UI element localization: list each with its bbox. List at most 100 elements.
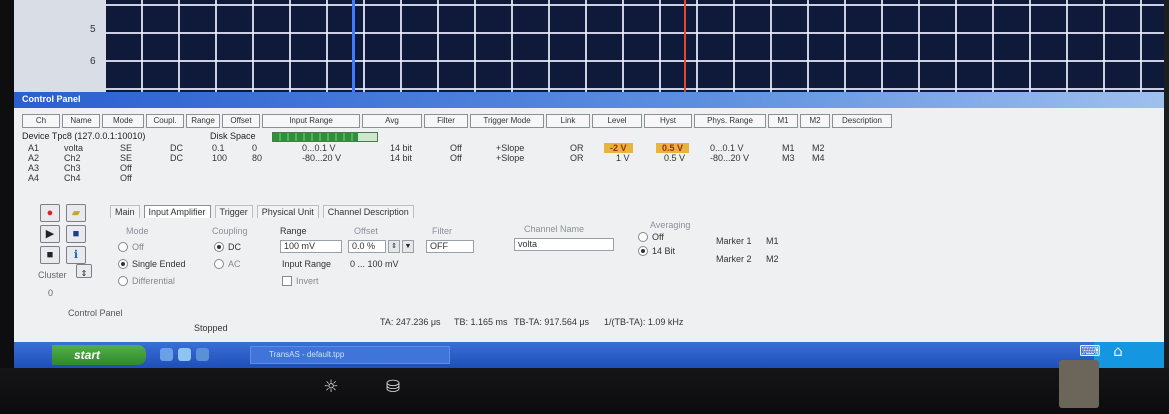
tab-input-amplifier[interactable]: Input Amplifier [143, 205, 211, 218]
settings-tabs: Main Input Amplifier Trigger Physical Un… [110, 205, 414, 218]
taskbar-window-button[interactable]: TransAS - default.tpp [250, 346, 450, 364]
cell-m1[interactable]: M1 [782, 143, 795, 153]
monitor-controls: ☼ ⛁ [320, 376, 404, 398]
cell-m1[interactable]: M3 [782, 153, 795, 163]
column-header[interactable]: Coupl. [146, 114, 184, 128]
tab-trigger[interactable]: Trigger [214, 205, 253, 218]
scope-grid[interactable] [14, 0, 1164, 96]
cell-avg[interactable]: 14 bit [390, 153, 412, 163]
cell-name[interactable]: Ch4 [64, 173, 81, 183]
cell-link[interactable]: OR [570, 143, 584, 153]
cursor-a-line[interactable] [352, 0, 355, 96]
coupling-ac-radio[interactable] [214, 259, 224, 269]
record-button[interactable]: ● [40, 204, 60, 222]
save-button[interactable]: ■ [66, 225, 86, 243]
device-label: Device [22, 131, 50, 141]
marker1-value[interactable]: M1 [766, 236, 779, 246]
column-header[interactable]: Ch [22, 114, 60, 128]
cell-trigger-mode[interactable]: +Slope [496, 143, 524, 153]
column-header[interactable]: Input Range [262, 114, 360, 128]
cell-range[interactable]: 0.1 [212, 143, 225, 153]
cell-offset[interactable]: 80 [252, 153, 262, 163]
window-title[interactable]: Control Panel [14, 92, 1164, 108]
coupling-dc-radio[interactable] [214, 242, 224, 252]
cell-mode[interactable]: Off [120, 173, 132, 183]
mode-group-label: Mode [126, 226, 149, 236]
tab-physical-unit[interactable]: Physical Unit [256, 205, 319, 218]
column-header[interactable]: Description [832, 114, 892, 128]
device-info: Device Tpc8 (127.0.0.1:10010) [22, 131, 145, 141]
cell-hyst[interactable]: 0.5 V [664, 153, 685, 163]
cursor-frequency: 1/(TB-TA): 1.09 kHz [604, 317, 684, 327]
cell-offset[interactable]: 0 [252, 143, 257, 153]
cell-level[interactable]: -2 V [604, 143, 633, 153]
tab-main[interactable]: Main [110, 205, 140, 218]
start-button[interactable]: start [52, 345, 146, 365]
cell-trigger-mode[interactable]: +Slope [496, 153, 524, 163]
avg-14bit-radio[interactable] [638, 246, 648, 256]
cell-name[interactable]: Ch3 [64, 163, 81, 173]
desktop-icon[interactable] [196, 348, 209, 361]
mode-single-radio[interactable] [118, 259, 128, 269]
filter-label: Filter [432, 226, 452, 236]
column-header[interactable]: Trigger Mode [470, 114, 544, 128]
tab-channel-description[interactable]: Channel Description [322, 205, 414, 218]
cell-mode[interactable]: SE [120, 143, 132, 153]
cell-name[interactable]: Ch2 [64, 153, 81, 163]
range-select[interactable]: 100 mV [280, 240, 342, 253]
monitor-screen: 5 6 Control Panel Ch Name Mode Coupl. Ra… [14, 0, 1164, 368]
cell-hyst[interactable]: 0.5 V [656, 143, 690, 153]
channel-name-input[interactable]: volta [514, 238, 614, 251]
column-header[interactable]: Hyst [644, 114, 692, 128]
monitor-bezel-bottom [0, 368, 1169, 414]
cell-mode[interactable]: Off [120, 163, 132, 173]
avg-off-label: Off [652, 232, 664, 242]
column-header[interactable]: Phys. Range [694, 114, 766, 128]
cell-range[interactable]: 100 [212, 153, 227, 163]
cluster-label: Cluster [38, 270, 67, 280]
cell-name[interactable]: volta [64, 143, 83, 153]
quicklaunch-icon[interactable] [160, 348, 173, 361]
column-header[interactable]: Offset [222, 114, 260, 128]
step-button[interactable]: ▶ [40, 225, 60, 243]
cell-mode[interactable]: SE [120, 153, 132, 163]
cluster-spin[interactable]: ⇕ [76, 264, 92, 278]
avg-off-radio[interactable] [638, 232, 648, 242]
table-row[interactable]: A4 Ch4 Off [22, 173, 222, 184]
cell-level[interactable]: 1 V [616, 153, 630, 163]
column-header[interactable]: Link [546, 114, 590, 128]
cell-avg[interactable]: 14 bit [390, 143, 412, 153]
cell-coupling[interactable]: DC [170, 143, 183, 153]
column-header[interactable]: M1 [768, 114, 798, 128]
cluster-value[interactable]: 0 [48, 288, 53, 298]
brightness-icon[interactable]: ☼ [320, 376, 342, 398]
marker2-value[interactable]: M2 [766, 254, 779, 264]
cell-link[interactable]: OR [570, 153, 584, 163]
cursor-b-line[interactable] [684, 0, 686, 96]
offset-dropdown[interactable]: ▼ [402, 240, 414, 253]
info-button[interactable]: ℹ [66, 246, 86, 264]
open-button[interactable]: ▰ [66, 204, 86, 222]
averaging-label: Averaging [650, 220, 691, 230]
column-header[interactable]: M2 [800, 114, 830, 128]
mode-off-radio[interactable] [118, 242, 128, 252]
cell-m2[interactable]: M4 [812, 153, 825, 163]
column-header[interactable]: Level [592, 114, 642, 128]
mode-diff-radio[interactable] [118, 276, 128, 286]
column-header[interactable]: Name [62, 114, 100, 128]
column-header[interactable]: Avg [362, 114, 422, 128]
column-header[interactable]: Filter [424, 114, 468, 128]
cell-filter[interactable]: Off [450, 153, 462, 163]
filter-select[interactable]: OFF [426, 240, 474, 253]
column-header[interactable]: Mode [102, 114, 144, 128]
invert-checkbox[interactable] [282, 276, 292, 286]
cell-m2[interactable]: M2 [812, 143, 825, 153]
browser-icon[interactable] [178, 348, 191, 361]
column-header[interactable]: Range [186, 114, 220, 128]
input-source-icon[interactable]: ⛁ [382, 376, 404, 398]
stop-button[interactable]: ■ [40, 246, 60, 264]
cell-filter[interactable]: Off [450, 143, 462, 153]
cell-coupling[interactable]: DC [170, 153, 183, 163]
offset-input[interactable]: 0.0 % [348, 240, 386, 253]
offset-spinner[interactable]: ⇕ [388, 240, 400, 253]
